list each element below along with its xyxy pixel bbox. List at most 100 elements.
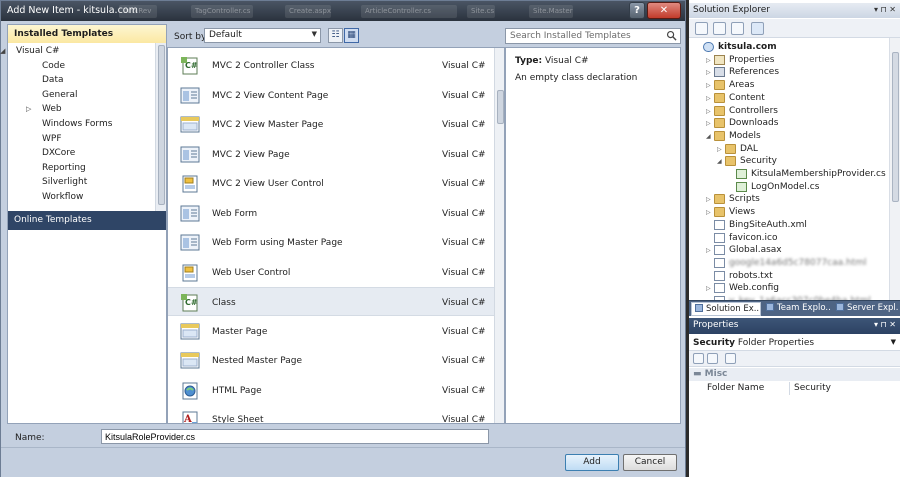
- object-name: Security: [693, 338, 736, 348]
- background-tab: Site.cs: [467, 5, 495, 18]
- tree-item-label: References: [729, 67, 780, 78]
- folder-icon: [714, 194, 725, 205]
- small-icons-view-button[interactable]: ☷: [328, 28, 343, 43]
- solution-tree-scrollbar[interactable]: [889, 38, 900, 300]
- template-language: Visual C#: [442, 298, 486, 308]
- help-button[interactable]: ?: [629, 2, 645, 19]
- template-item[interactable]: Nested Master Page Visual C#: [168, 346, 494, 375]
- template-item[interactable]: C# Class Visual C#: [168, 287, 494, 316]
- file-icon: [714, 257, 725, 268]
- tab-team-explorer[interactable]: Team Explo...: [763, 302, 831, 316]
- template-language: Visual C#: [442, 326, 486, 337]
- solution-tree-scroll-thumb[interactable]: [892, 52, 899, 202]
- tree-item-label: google14a6d5c78077caa.html: [729, 257, 867, 268]
- tree-item-label: kitsula.com: [718, 42, 777, 52]
- page-template-icon: [180, 86, 200, 105]
- installed-templates-header[interactable]: Installed Templates: [8, 25, 166, 43]
- expanded-arrow-icon[interactable]: ◢: [717, 158, 722, 165]
- property-category-misc[interactable]: ▬ Misc: [689, 368, 900, 381]
- template-item[interactable]: C# MVC 2 Controller Class Visual C#: [168, 51, 494, 80]
- collapsed-arrow-icon[interactable]: ▷: [706, 247, 711, 254]
- alphabetical-icon[interactable]: [707, 353, 718, 364]
- template-list-scroll-thumb[interactable]: [497, 90, 504, 124]
- expanded-arrow-icon[interactable]: ◢: [706, 133, 711, 140]
- panel-window-buttons[interactable]: ▾ ⊓ ✕: [874, 5, 896, 14]
- property-row-folder-name[interactable]: Folder Name Security: [689, 382, 900, 395]
- master-template-icon: [180, 322, 200, 341]
- add-new-item-dialog: Add New Item - kitsula.com Info.Rev TagC…: [0, 0, 686, 477]
- template-list: C# MVC 2 Controller Class Visual C# MVC 2 V…: [167, 47, 505, 424]
- collapsed-arrow-icon[interactable]: ▷: [706, 95, 711, 102]
- template-type: Type: Visual C#: [515, 56, 589, 66]
- tree-item-label: LogOnModel.cs: [751, 181, 820, 192]
- template-item[interactable]: MVC 2 View User Control Visual C#: [168, 169, 494, 198]
- categorized-icon[interactable]: [693, 353, 704, 364]
- collapsed-arrow-icon[interactable]: ▷: [706, 285, 711, 292]
- background-tab: Info.Rev: [119, 5, 157, 18]
- tab-solution-explorer[interactable]: Solution Ex...: [691, 302, 761, 316]
- category-scrollbar[interactable]: [155, 43, 166, 211]
- name-input[interactable]: [101, 429, 489, 444]
- collapsed-arrow-icon[interactable]: ▷: [706, 196, 711, 203]
- category-scroll-thumb[interactable]: [158, 45, 165, 205]
- template-language: Visual C#: [442, 356, 486, 366]
- sort-by-select[interactable]: Default ▼: [204, 28, 321, 43]
- medium-icons-view-button[interactable]: ▦: [344, 28, 359, 43]
- props-icon: [714, 54, 725, 65]
- category-label: Data: [42, 75, 64, 86]
- template-item[interactable]: HTML Page Visual C#: [168, 376, 494, 405]
- template-item[interactable]: Master Page Visual C#: [168, 317, 494, 346]
- template-item[interactable]: MVC 2 View Content Page Visual C#: [168, 81, 494, 110]
- property-value[interactable]: Security: [794, 383, 831, 393]
- collapse-icon[interactable]: ▬: [693, 369, 702, 379]
- template-item[interactable]: Web Form Visual C#: [168, 199, 494, 228]
- property-pages-icon[interactable]: [725, 353, 736, 364]
- tree-item-label: Content: [729, 92, 765, 103]
- template-item[interactable]: Web User Control Visual C#: [168, 258, 494, 287]
- expanded-arrow-icon[interactable]: ◢: [0, 47, 5, 55]
- template-item[interactable]: MVC 2 View Master Page Visual C#: [168, 110, 494, 139]
- search-templates-input[interactable]: Search Installed Templates: [505, 28, 681, 44]
- dialog-titlebar[interactable]: Add New Item - kitsula.com Info.Rev TagC…: [1, 1, 685, 21]
- page-template-icon: [180, 233, 200, 252]
- properties-toolbar: [689, 351, 900, 367]
- template-categories-pane: Installed Templates ◢ Visual C# Code Data Ge…: [0, 24, 167, 424]
- close-button[interactable]: ✕: [647, 2, 681, 19]
- chevron-down-icon: ▼: [890, 338, 896, 346]
- template-item[interactable]: MVC 2 View Page Visual C#: [168, 140, 494, 169]
- class-diagram-icon[interactable]: [751, 22, 764, 35]
- collapsed-arrow-icon[interactable]: ▷: [26, 105, 31, 113]
- refresh-icon[interactable]: [731, 22, 744, 35]
- show-all-files-icon[interactable]: [713, 22, 726, 35]
- explorer-tab-strip: Solution Ex... Team Explo... Server Expl…: [689, 300, 900, 316]
- collapsed-arrow-icon[interactable]: ▷: [717, 146, 722, 153]
- properties-titlebar[interactable]: Properties ▾ ⊓ ✕: [689, 318, 900, 334]
- collapsed-arrow-icon[interactable]: ▷: [706, 120, 711, 127]
- template-language: Visual C#: [442, 238, 486, 248]
- category-label: General: [42, 89, 78, 100]
- category-label: Visual C#: [16, 46, 60, 56]
- collapsed-arrow-icon[interactable]: ▷: [706, 209, 711, 216]
- tab-server-explorer[interactable]: Server Expl...: [833, 302, 899, 316]
- online-templates-item[interactable]: Online Templates: [8, 211, 166, 230]
- collapsed-arrow-icon[interactable]: ▷: [706, 108, 711, 115]
- file-icon: [714, 219, 725, 230]
- collapsed-arrow-icon[interactable]: ▷: [706, 57, 711, 64]
- properties-object-selector[interactable]: Security Folder Properties ▼: [689, 336, 900, 351]
- solution-explorer-titlebar[interactable]: Solution Explorer ▾ ⊓ ✕: [689, 3, 900, 18]
- search-icon[interactable]: [666, 30, 677, 41]
- background-tab: ArticleController.cs: [361, 5, 457, 18]
- template-list-scrollbar[interactable]: [494, 48, 504, 423]
- file-icon: [714, 232, 725, 243]
- file-icon: [714, 283, 725, 294]
- template-item[interactable]: A Style Sheet Visual C#: [168, 405, 494, 423]
- panel-window-buttons[interactable]: ▾ ⊓ ✕: [874, 320, 896, 329]
- add-button[interactable]: Add: [565, 454, 619, 471]
- folder-icon: [725, 143, 736, 154]
- cancel-button[interactable]: Cancel: [623, 454, 677, 471]
- properties-title: Properties: [693, 320, 739, 330]
- properties-icon[interactable]: [695, 22, 708, 35]
- template-item[interactable]: Web Form using Master Page Visual C#: [168, 228, 494, 257]
- collapsed-arrow-icon[interactable]: ▷: [706, 69, 711, 76]
- collapsed-arrow-icon[interactable]: ▷: [706, 82, 711, 89]
